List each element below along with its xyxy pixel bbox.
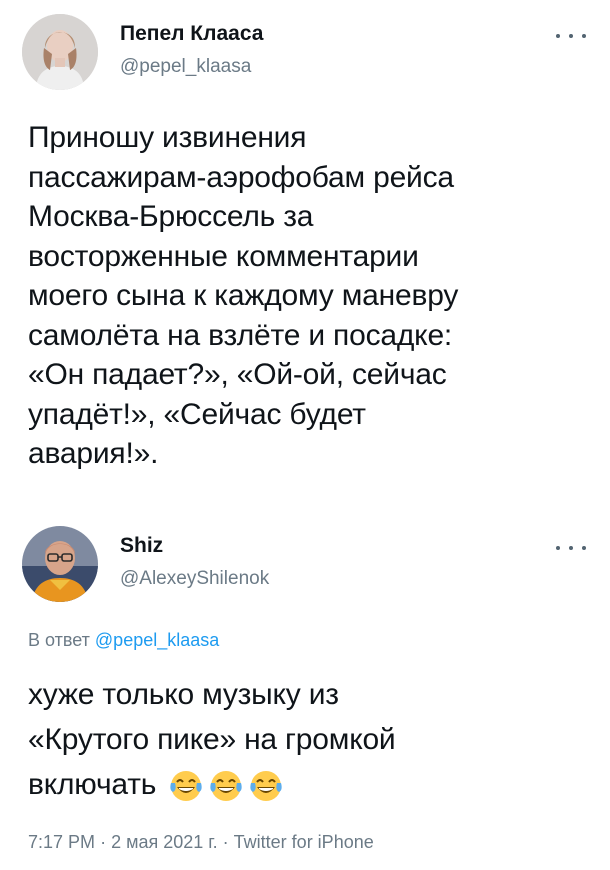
tweet-text-fragment: включать: [28, 768, 157, 801]
face-with-tears-of-joy-emoji-icon: [170, 771, 202, 802]
tweet-text-line: включать: [28, 762, 588, 807]
tweet-text-line: авария!».: [28, 437, 159, 470]
user-avatar-woman-icon: [22, 14, 98, 90]
reply-mention-link[interactable]: @pepel_klaasa: [95, 630, 219, 650]
tweet-text-line: «Крутого пике» на громкой: [28, 723, 396, 756]
tweet-source-link[interactable]: Twitter for iPhone: [234, 832, 374, 852]
meta-separator: ·: [100, 832, 107, 852]
author-handle[interactable]: @AlexeyShilenok: [120, 568, 269, 590]
author-avatar[interactable]: [22, 14, 98, 90]
more-dot: [569, 546, 573, 550]
reply-context: В ответ @pepel_klaasa: [28, 630, 219, 651]
more-dot: [582, 34, 586, 38]
tweet-text-line: хуже только музыку из: [28, 678, 339, 711]
tweet-date[interactable]: 2 мая 2021 г.: [111, 832, 218, 852]
author-avatar[interactable]: [22, 526, 98, 602]
more-dot: [556, 34, 560, 38]
tweet-text-line: пассажирам-аэрофобам рейса: [28, 160, 454, 194]
tweet-body: Приношу извинения пассажирам-аэрофобам р…: [28, 118, 588, 474]
tweet-text-line: упадёт!», «Сейчас будет: [28, 397, 366, 431]
tweet-text-line: самолёта на взлёте и посадке:: [28, 318, 453, 352]
tweet-header: Пепел Клааса @pepel_klaasa: [0, 0, 610, 90]
more-dot: [569, 34, 573, 38]
more-dot: [556, 546, 560, 550]
tweet-text-line: моего сына к каждому маневру: [28, 279, 459, 312]
tweet-metadata: 7:17 PM · 2 мая 2021 г. · Twitter for iP…: [28, 832, 374, 853]
face-with-tears-of-joy-emoji-icon: [250, 771, 282, 802]
tweet-time[interactable]: 7:17 PM: [28, 832, 95, 852]
tweet-text-line: восторженные комментарии: [28, 239, 419, 273]
tweet-text-line: «Он падает?», «Ой-ой, сейчас: [28, 358, 447, 391]
more-dot: [582, 546, 586, 550]
tweet-text-line: Москва-Брюссель за: [28, 200, 314, 233]
reply-prefix: В ответ: [28, 630, 90, 650]
author-handle[interactable]: @pepel_klaasa: [120, 56, 251, 78]
author-name[interactable]: Пепел Клааса: [120, 22, 263, 46]
emoji-group: [168, 768, 284, 804]
face-with-tears-of-joy-emoji-icon: [210, 771, 242, 802]
more-horizontal-icon[interactable]: [556, 538, 586, 558]
user-avatar-man-icon: [22, 526, 98, 602]
tweet-header: Shiz @AlexeyShilenok: [0, 520, 610, 610]
more-horizontal-icon[interactable]: [556, 26, 586, 46]
tweet-body: хуже только музыку из «Крутого пике» на …: [28, 672, 588, 807]
author-name[interactable]: Shiz: [120, 534, 163, 558]
tweet-text-line: Приношу извинения: [28, 121, 307, 154]
meta-separator: ·: [222, 832, 229, 852]
